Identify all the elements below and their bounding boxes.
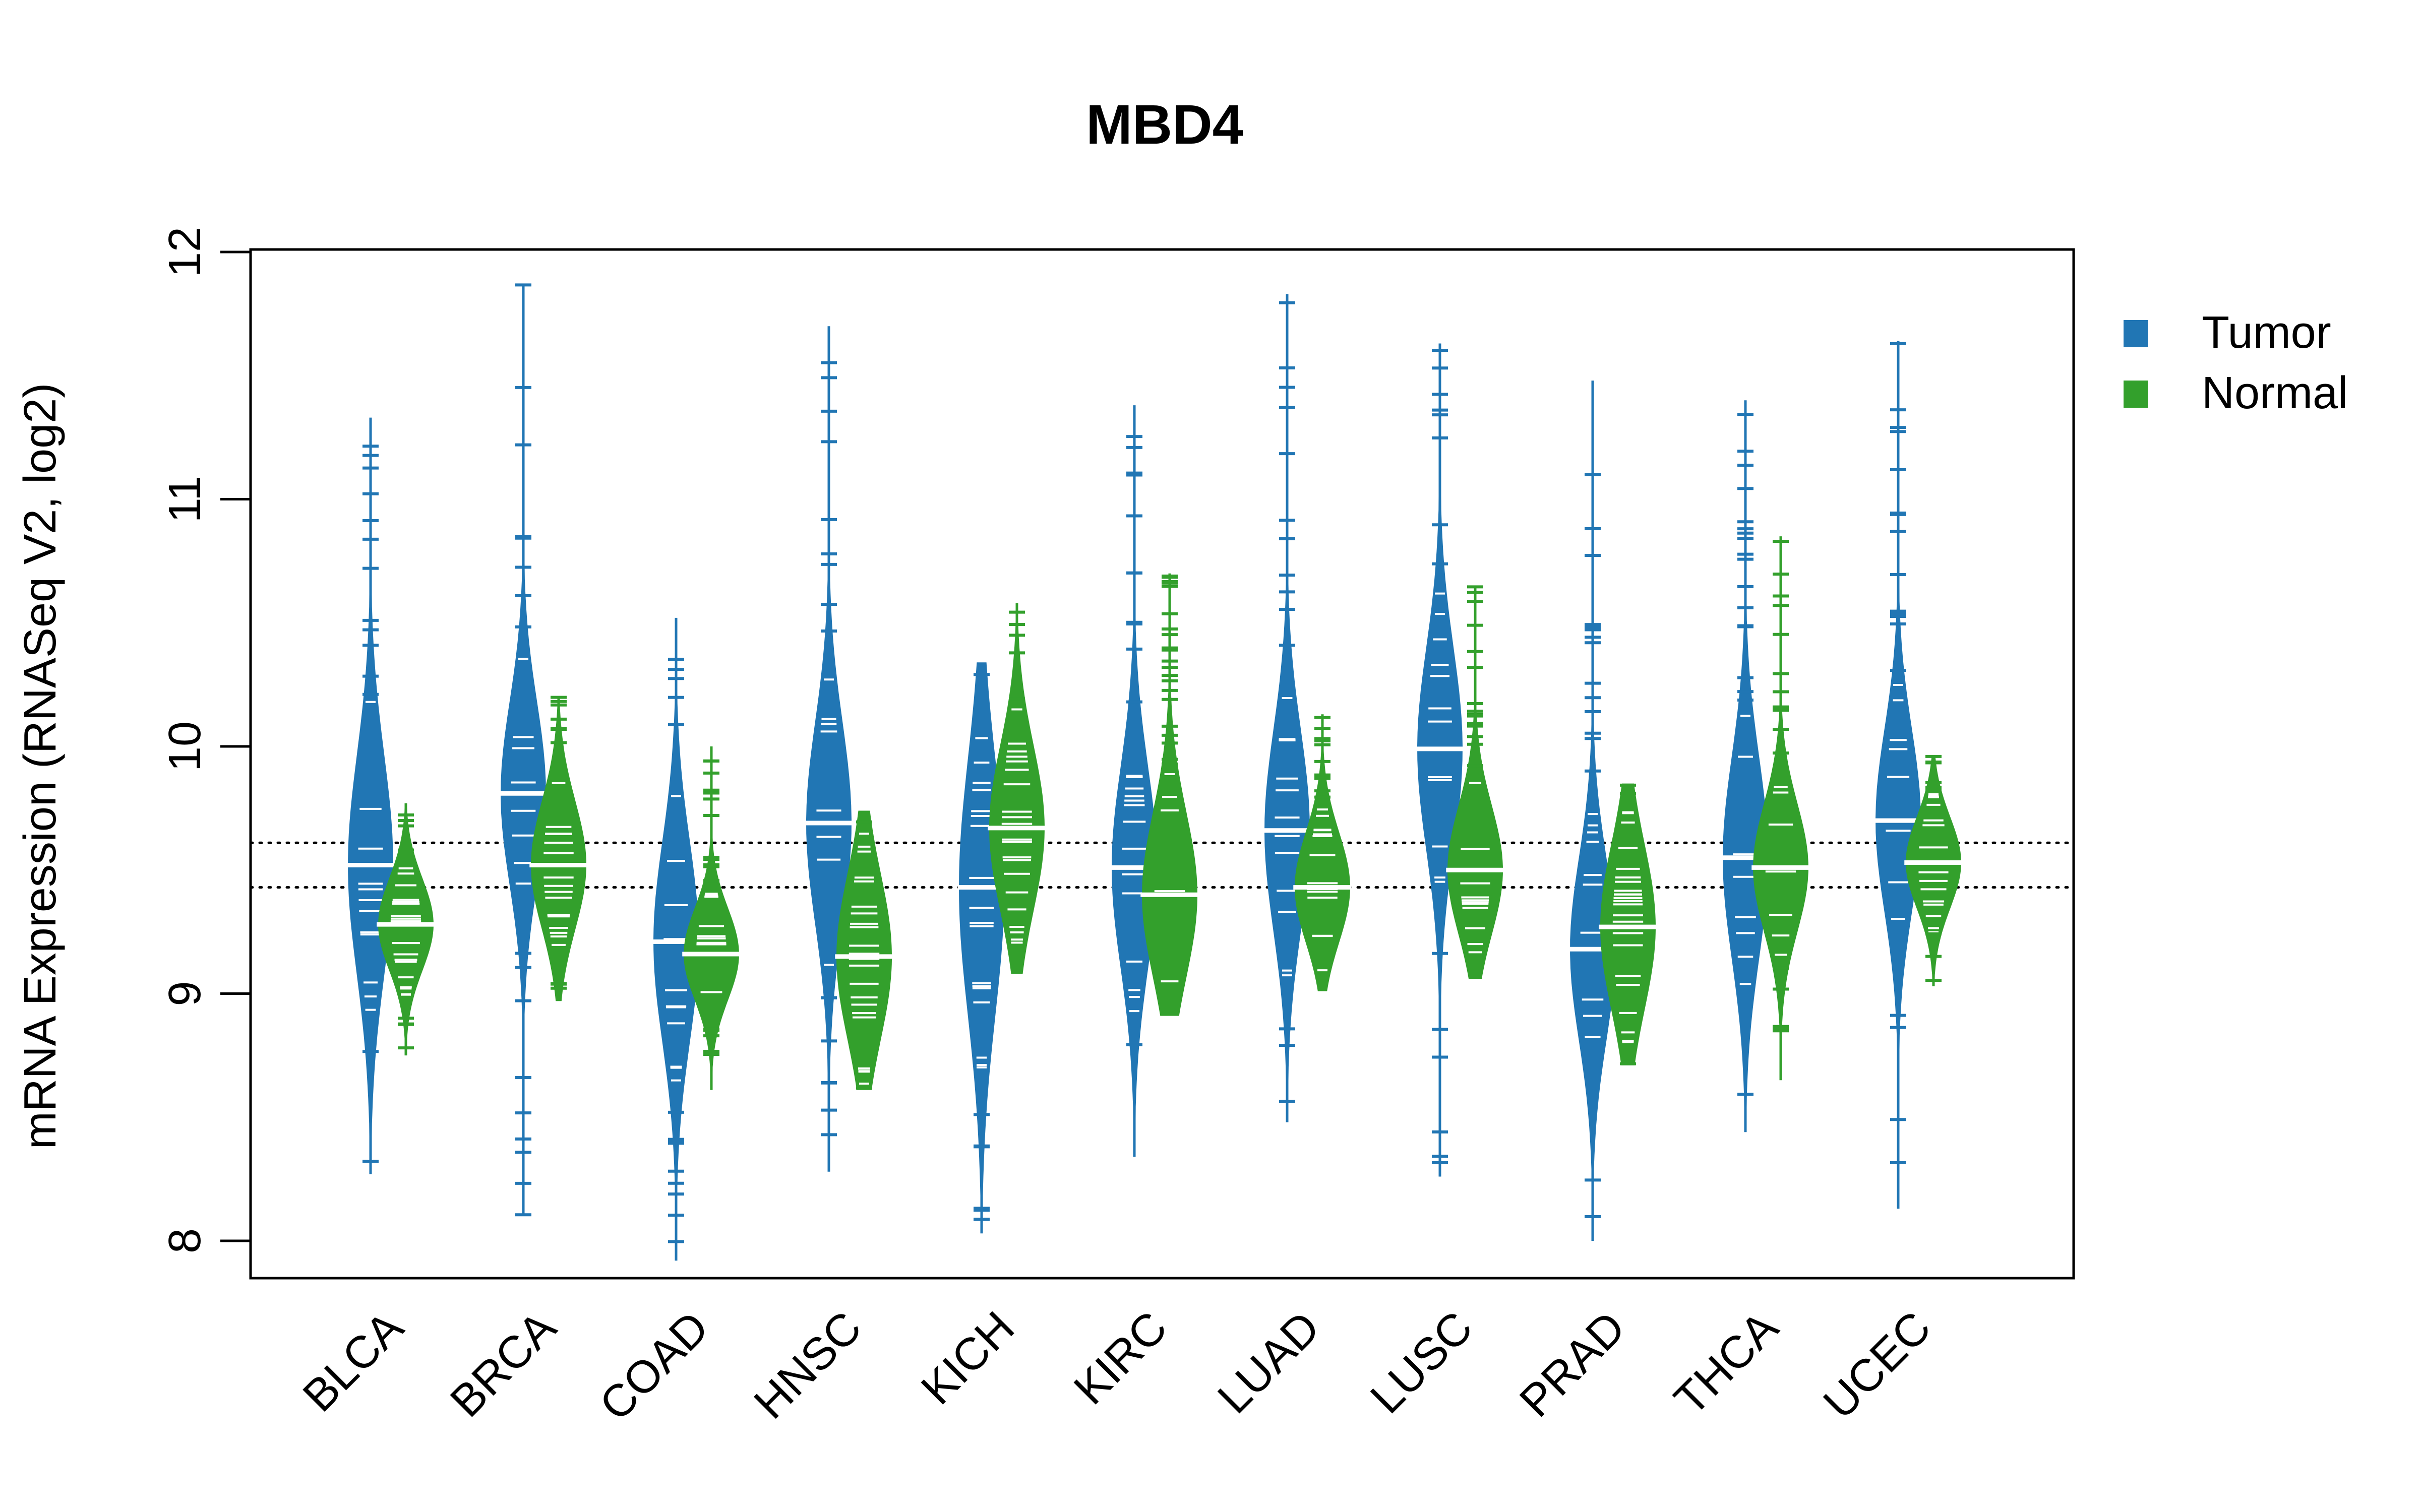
violin-body bbox=[348, 417, 393, 1174]
y-tick-label: 8 bbox=[160, 1228, 210, 1253]
y-tick-label: 9 bbox=[160, 981, 210, 1006]
violin-tumor-kich bbox=[957, 662, 1006, 1234]
violin-tumor-prad bbox=[1568, 381, 1617, 1241]
violin-tumor-thca bbox=[1721, 400, 1770, 1132]
x-tick-label: COAD bbox=[590, 1302, 719, 1430]
violin-tumor-hnsc bbox=[805, 326, 853, 1172]
x-tick-label: UCEC bbox=[1814, 1302, 1941, 1428]
chart-title: MBD4 bbox=[1086, 94, 1243, 156]
violin-tumor-kirc bbox=[1110, 405, 1159, 1157]
y-tick-label: 11 bbox=[160, 476, 210, 523]
violin-tumor-brca bbox=[499, 283, 548, 1217]
x-tick-label: KIRC bbox=[1064, 1302, 1177, 1414]
legend: Tumor Normal bbox=[2124, 307, 2348, 418]
x-tick-label: LUAD bbox=[1208, 1302, 1329, 1423]
violin-tumor-ucec bbox=[1874, 341, 1922, 1209]
x-tick-label: BRCA bbox=[441, 1302, 566, 1427]
x-tick-label: LUSC bbox=[1361, 1302, 1482, 1423]
violin-tumor-lusc bbox=[1416, 343, 1464, 1177]
violin-body bbox=[1264, 294, 1310, 1122]
violin-body bbox=[806, 326, 852, 1172]
violin-body bbox=[1417, 343, 1463, 1177]
y-tick-label: 12 bbox=[160, 227, 210, 277]
x-tick-label: PRAD bbox=[1510, 1302, 1636, 1427]
y-tick-label: 10 bbox=[160, 721, 210, 772]
x-axis: BLCA BRCA COAD HNSC KICH KIRC LUAD LUSC PRAD THCA… bbox=[293, 1302, 1941, 1430]
violin-tumor-blca bbox=[346, 417, 395, 1174]
x-tick-label: BLCA bbox=[293, 1302, 413, 1421]
legend-label-normal: Normal bbox=[2202, 368, 2348, 418]
violin-tumor-luad bbox=[1263, 294, 1311, 1122]
y-axis: 8 9 10 11 12 bbox=[160, 227, 251, 1253]
x-tick-label: THCA bbox=[1665, 1302, 1788, 1425]
violin-normal-coad bbox=[682, 746, 741, 1090]
legend-label-tumor: Tumor bbox=[2202, 307, 2331, 358]
x-tick-label: HNSC bbox=[745, 1302, 871, 1428]
violin-body bbox=[1570, 381, 1615, 1241]
y-axis-label: mRNA Expression (RNASeq V2, log2) bbox=[15, 383, 66, 1150]
x-tick-label: KICH bbox=[912, 1302, 1024, 1414]
violin-body bbox=[1723, 400, 1768, 1132]
violin-chart: MBD4 8 9 10 11 12 mRNA Expression (RNASeq V2… bbox=[15, 94, 2348, 1430]
legend-swatch-tumor bbox=[2124, 320, 2148, 347]
violin-body bbox=[1876, 341, 1921, 1209]
legend-swatch-normal bbox=[2124, 381, 2148, 408]
plot-area bbox=[249, 283, 2075, 1261]
